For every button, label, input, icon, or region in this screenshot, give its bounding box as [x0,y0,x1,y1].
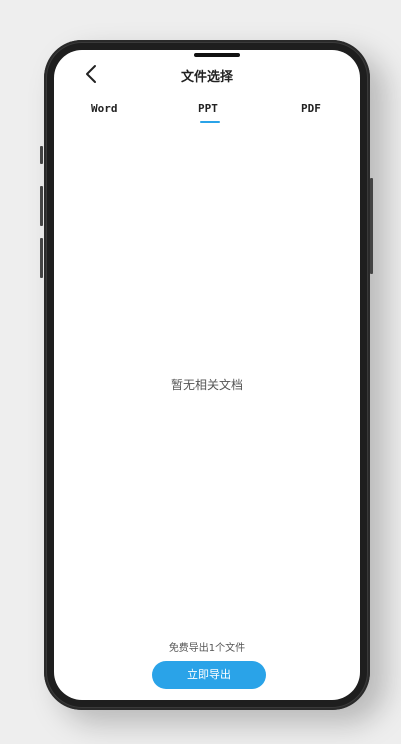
stage: 文件选择 Word PPT PDF 暂无相关文档 免费导出1个文件 立即导出 [0,0,401,744]
export-now-button[interactable]: 立即导出 [152,661,266,689]
side-button-right [370,178,373,274]
side-button-left-1 [40,146,43,164]
app-screen: 文件选择 Word PPT PDF 暂无相关文档 免费导出1个文件 立即导出 [54,50,360,700]
tab-pdf[interactable]: PDF [301,102,321,115]
phone-frame: 文件选择 Word PPT PDF 暂无相关文档 免费导出1个文件 立即导出 [44,40,370,710]
active-tab-indicator [200,121,220,123]
tab-ppt[interactable]: PPT [198,102,218,115]
free-export-note: 免费导出1个文件 [168,643,246,654]
empty-state-text: 暂无相关文档 [170,378,243,392]
page-title: 文件选择 [180,70,233,85]
notch [194,53,240,57]
side-button-left-2 [40,186,43,226]
tab-word[interactable]: Word [91,102,118,115]
side-button-left-3 [40,238,43,278]
